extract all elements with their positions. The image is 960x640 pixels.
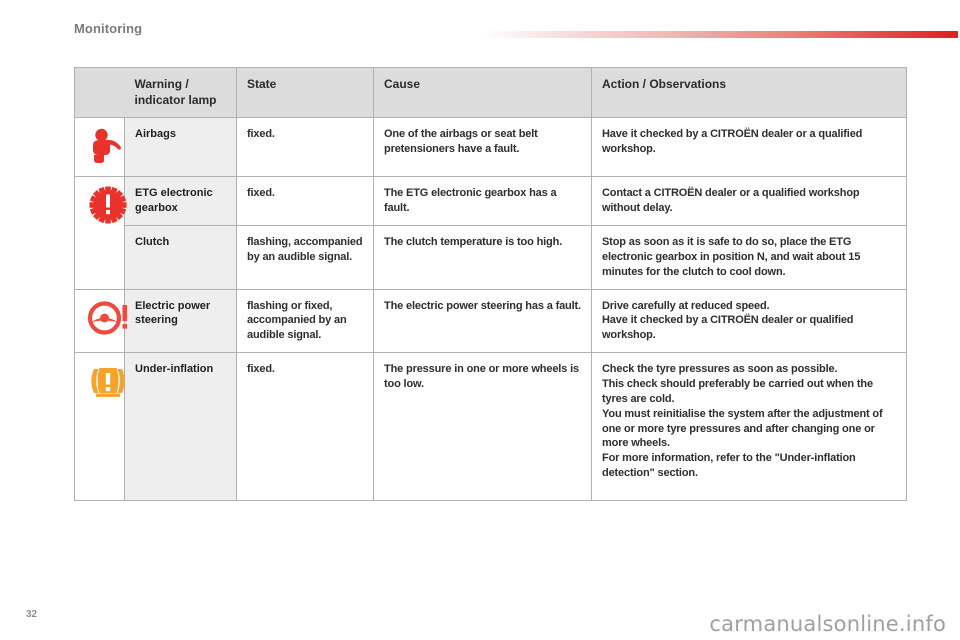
lamp-icon-cell [74,288,128,354]
site-watermark: carmanualsonline.info [709,612,946,636]
lamp-cause: The ETG electronic gearbox has a fault. [373,176,592,227]
table-row: Clutch flashing, accompanied by an audib… [75,225,907,290]
lamp-cause: The clutch temperature is too high. [373,225,592,290]
lamp-cause: The pressure in one or more wheels is to… [373,352,592,502]
header-gradient-rule [480,31,958,38]
warning-lamp-table: Warning / indicator lamp State Cause Act… [74,66,907,502]
table-row: ETG electronic gearbox fixed. The ETG el… [74,176,907,290]
lamp-action: Stop as soon as it is safe to do so, pla… [591,225,907,290]
table-header-row: Warning / indicator lamp State Cause Act… [74,66,907,119]
lamp-name: Airbags [124,117,237,178]
lamp-state: flashing or fixed, accompanied by an aud… [236,288,374,354]
column-header-state: State [236,66,374,119]
column-header-lamp: Warning / indicator lamp [124,66,237,119]
lamp-name: Under-inflation [124,352,237,502]
page-number: 32 [26,609,38,620]
table-row: Airbags fixed. One of the airbags or sea… [74,117,907,178]
lamp-icon-cell [74,352,125,502]
warning-lamp-table-wrapper: Warning / indicator lamp State Cause Act… [74,66,907,502]
column-header-action: Action / Observations [591,66,907,119]
column-header-cause: Cause [373,66,592,119]
lamp-cause: One of the airbags or seat belt pretensi… [373,117,592,178]
lamp-action: Contact a CITROËN dealer or a qualified … [591,176,907,227]
lamp-name: Clutch [124,225,237,290]
lamp-action: Check the tyre pressures as soon as poss… [591,352,907,502]
lamp-state: fixed. [236,352,374,502]
lamp-name: ETG electronic gearbox [124,176,237,227]
column-header-icon [74,66,125,119]
lamp-action: Have it checked by a CITROËN dealer or a… [591,117,907,178]
lamp-action: Drive carefully at reduced speed. Have it… [591,288,907,354]
lamp-cause: The electric power steering has a fault. [373,288,592,354]
manual-page: Monitoring Warning / indicator lamp Stat… [0,0,960,640]
lamp-icon-cell [74,176,127,290]
table-row: Electric power steering flashing or fixe… [74,288,907,354]
lamp-icon-cell [74,117,125,178]
lamp-state: fixed. [236,176,374,227]
lamp-state: fixed. [236,117,374,178]
lamp-name: Electric power steering [124,288,237,354]
lamp-state: flashing, accompanied by an audible sign… [236,225,374,290]
page-title: Monitoring [74,21,143,36]
table-row: Under-inflation fixed. The pressure in o… [74,352,907,502]
